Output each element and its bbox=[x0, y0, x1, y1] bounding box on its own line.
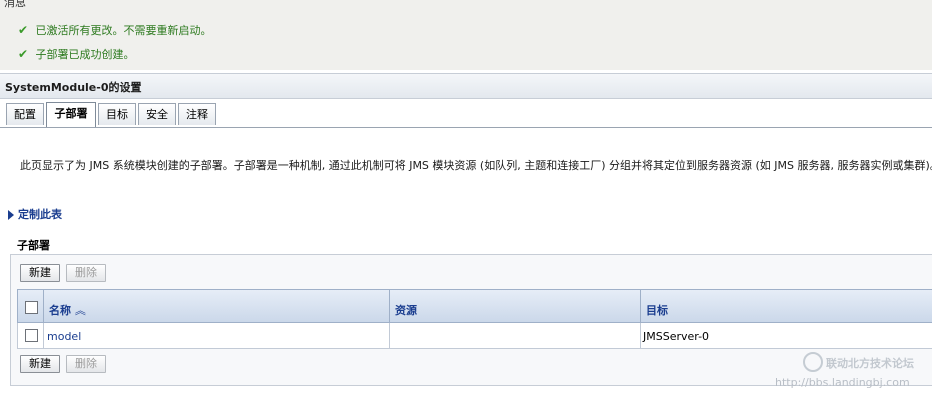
delete-button-bottom[interactable]: 删除 bbox=[66, 355, 106, 373]
row-checkbox[interactable] bbox=[25, 329, 38, 342]
watermark-title: 联动北方技术论坛 bbox=[826, 357, 914, 370]
check-icon: ✔ bbox=[18, 47, 29, 61]
new-button-bottom[interactable]: 新建 bbox=[20, 355, 60, 373]
page-title: SystemModule-0的设置 bbox=[5, 81, 142, 94]
tab-subdeployments[interactable]: 子部署 bbox=[46, 102, 96, 127]
forum-logo-icon bbox=[803, 352, 823, 372]
page-description: 此页显示了为 JMS 系统模块创建的子部署。子部署是一种机制, 通过此机制可将 … bbox=[20, 159, 932, 172]
tab-security[interactable]: 安全 bbox=[138, 103, 176, 125]
messages-panel: 消息 ✔ 已激活所有更改。不需要重新启动。 ✔ 子部署已成功创建。 bbox=[0, 0, 932, 70]
column-header-name[interactable]: 名称 ︽ bbox=[49, 302, 86, 318]
tab-configuration[interactable]: 配置 bbox=[6, 103, 44, 125]
column-divider bbox=[43, 323, 44, 348]
message-activated: ✔ 已激活所有更改。不需要重新启动。 bbox=[18, 22, 212, 38]
expand-triangle-icon bbox=[8, 210, 14, 220]
message-created: ✔ 子部署已成功创建。 bbox=[18, 46, 135, 62]
column-header-resources[interactable]: 资源 bbox=[395, 302, 417, 318]
settings-title-bar: SystemModule-0的设置 bbox=[0, 74, 932, 99]
check-icon: ✔ bbox=[18, 23, 29, 37]
column-divider bbox=[640, 323, 641, 348]
column-divider bbox=[43, 290, 44, 322]
subdeployment-targets: JMSServer-0 bbox=[643, 330, 710, 343]
tab-targets[interactable]: 目标 bbox=[98, 103, 136, 125]
message-text: 子部署已成功创建。 bbox=[35, 48, 135, 61]
column-divider bbox=[389, 290, 390, 322]
column-divider bbox=[640, 290, 641, 322]
tab-notes[interactable]: 注释 bbox=[178, 103, 216, 125]
customize-table-link[interactable]: 定制此表 bbox=[8, 206, 62, 222]
delete-button[interactable]: 删除 bbox=[66, 264, 106, 282]
column-header-name-label: 名称 bbox=[49, 304, 71, 317]
column-header-targets[interactable]: 目标 bbox=[646, 302, 668, 318]
table-row: model JMSServer-0 bbox=[17, 323, 932, 349]
section-title: 子部署 bbox=[17, 239, 50, 252]
messages-header: 消息 bbox=[4, 0, 26, 9]
select-all-checkbox[interactable] bbox=[25, 301, 38, 314]
forum-watermark: 联动北方技术论坛 http://bbs.landingbj.com bbox=[775, 352, 932, 398]
subdeployment-name-link[interactable]: model bbox=[47, 330, 81, 343]
message-text: 已激活所有更改。不需要重新启动。 bbox=[35, 24, 212, 37]
tab-baseline bbox=[0, 127, 932, 128]
table-header: 名称 ︽ 资源 目标 bbox=[17, 289, 932, 323]
column-divider bbox=[389, 323, 390, 348]
new-button[interactable]: 新建 bbox=[20, 264, 60, 282]
watermark-url: http://bbs.landingbj.com bbox=[775, 376, 910, 389]
sort-ascending-icon[interactable]: ︽ bbox=[75, 304, 86, 317]
customize-table-label: 定制此表 bbox=[18, 208, 62, 221]
